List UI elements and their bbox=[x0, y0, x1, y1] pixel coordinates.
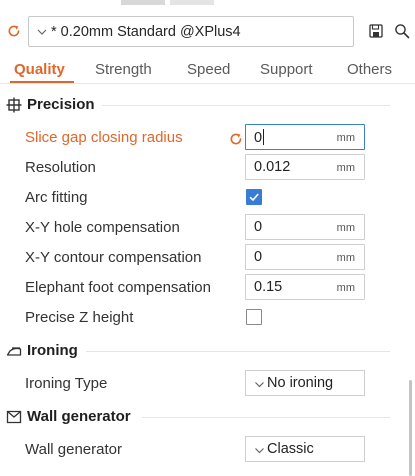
section-divider bbox=[102, 105, 390, 106]
setting-row-wall-generator: Wall generator Classic bbox=[0, 435, 404, 465]
precise-z-checkbox[interactable] bbox=[246, 309, 262, 325]
setting-label: Slice gap closing radius bbox=[25, 129, 183, 146]
input-value: 0.15 bbox=[254, 279, 283, 295]
unit-label: mm bbox=[336, 282, 355, 294]
resolution-input[interactable]: 0.012 mm bbox=[245, 154, 365, 180]
setting-label: X-Y contour compensation bbox=[25, 249, 202, 266]
chevron-down-icon bbox=[37, 29, 47, 35]
unit-label: mm bbox=[336, 132, 355, 144]
section-title: Wall generator bbox=[27, 408, 131, 425]
scrollbar-thumb[interactable] bbox=[409, 380, 412, 476]
setting-row-xy-contour: X-Y contour compensation 0 mm bbox=[0, 243, 404, 273]
setting-label: Arc fitting bbox=[25, 189, 88, 206]
tab-speed[interactable]: Speed bbox=[187, 61, 230, 78]
top-strip bbox=[0, 0, 415, 6]
input-value: 0 bbox=[254, 129, 265, 146]
setting-row-resolution: Resolution 0.012 mm bbox=[0, 153, 404, 183]
setting-row-ironing-type: Ironing Type No ironing bbox=[0, 369, 404, 399]
section-wall-generator: Wall generator bbox=[0, 405, 404, 429]
select-value: Classic bbox=[267, 441, 314, 457]
tab-strength[interactable]: Strength bbox=[95, 61, 152, 78]
xy-hole-input[interactable]: 0 mm bbox=[245, 214, 365, 240]
search-icon[interactable] bbox=[394, 23, 410, 39]
preset-name: * 0.20mm Standard @XPlus4 bbox=[51, 24, 241, 40]
setting-label: Ironing Type bbox=[25, 375, 108, 392]
setting-row-slice-gap: Slice gap closing radius 0 mm bbox=[0, 123, 404, 153]
tab-quality[interactable]: Quality bbox=[14, 61, 65, 78]
xy-contour-input[interactable]: 0 mm bbox=[245, 244, 365, 270]
arc-fitting-checkbox[interactable] bbox=[246, 189, 262, 205]
section-divider bbox=[86, 351, 390, 352]
section-divider bbox=[142, 417, 390, 418]
setting-label: Precise Z height bbox=[25, 309, 134, 326]
setting-row-elephant-foot: Elephant foot compensation 0.15 mm bbox=[0, 273, 404, 303]
unit-label: mm bbox=[336, 222, 355, 234]
wall-generator-select[interactable]: Classic bbox=[245, 436, 365, 462]
unit-label: mm bbox=[336, 252, 355, 264]
unit-label: mm bbox=[336, 162, 355, 174]
wall-generator-icon bbox=[6, 410, 22, 424]
checkmark-icon bbox=[249, 193, 259, 202]
section-precision: Precision bbox=[0, 93, 404, 117]
setting-label: Resolution bbox=[25, 159, 96, 176]
setting-row-arc-fitting: Arc fitting bbox=[0, 183, 404, 213]
setting-label: Elephant foot compensation bbox=[25, 279, 211, 296]
top-tab-indicator[interactable] bbox=[121, 0, 165, 5]
setting-row-precise-z: Precise Z height bbox=[0, 303, 404, 333]
reset-value-icon[interactable] bbox=[228, 131, 244, 147]
preset-select[interactable]: * 0.20mm Standard @XPlus4 bbox=[28, 16, 354, 47]
section-title: Ironing bbox=[27, 342, 78, 359]
section-title: Precision bbox=[27, 96, 95, 113]
precision-icon bbox=[6, 97, 22, 113]
setting-row-xy-hole: X-Y hole compensation 0 mm bbox=[0, 213, 404, 243]
elephant-foot-input[interactable]: 0.15 mm bbox=[245, 274, 365, 300]
section-ironing: Ironing bbox=[0, 339, 404, 363]
preset-row: * 0.20mm Standard @XPlus4 bbox=[0, 14, 415, 50]
chevron-down-icon bbox=[255, 382, 264, 388]
ironing-type-select[interactable]: No ironing bbox=[245, 370, 365, 396]
settings-tabs: Quality Strength Speed Support Others bbox=[0, 58, 415, 84]
tab-support[interactable]: Support bbox=[260, 61, 313, 78]
input-value: 0 bbox=[254, 249, 263, 265]
tabs-divider bbox=[0, 83, 415, 84]
slice-gap-input[interactable]: 0 mm bbox=[245, 124, 365, 150]
input-value: 0 bbox=[254, 219, 263, 235]
setting-label: X-Y hole compensation bbox=[25, 219, 180, 236]
tab-others[interactable]: Others bbox=[347, 61, 392, 78]
top-tab-indicator[interactable] bbox=[170, 0, 214, 5]
ironing-icon bbox=[6, 347, 22, 356]
select-value: No ironing bbox=[267, 375, 334, 391]
reset-icon[interactable] bbox=[6, 23, 22, 39]
setting-label: Wall generator bbox=[25, 441, 122, 458]
input-value: 0.012 bbox=[254, 159, 291, 175]
chevron-down-icon bbox=[255, 448, 264, 454]
save-icon[interactable] bbox=[369, 24, 383, 38]
